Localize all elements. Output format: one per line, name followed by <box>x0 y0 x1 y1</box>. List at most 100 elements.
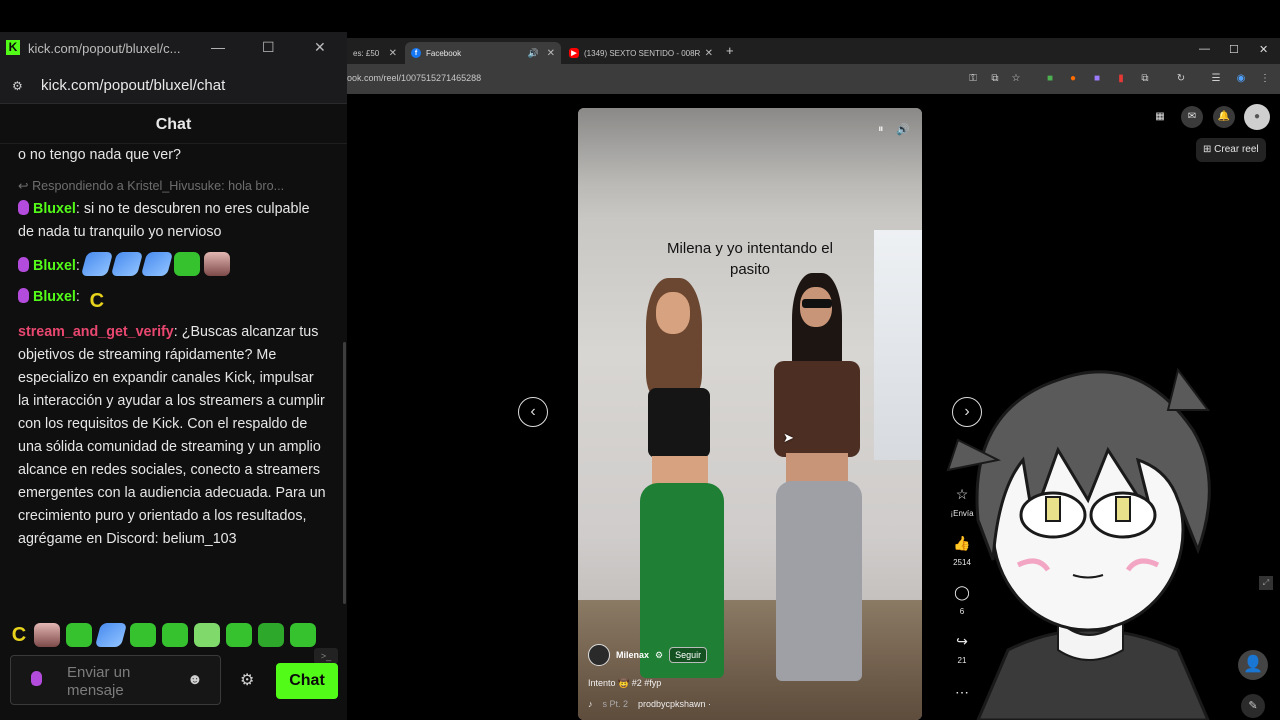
extensions-icon[interactable]: ⧉ <box>1139 73 1151 85</box>
emote-picker-toggle-icon[interactable]: >_ <box>314 648 338 664</box>
emote-flower-icon[interactable] <box>194 623 220 647</box>
popup-address-bar: ⚙ kick.com/popout/bluxel/chat <box>0 66 347 104</box>
tab-partial[interactable]: es: £50 ✕ <box>347 42 403 64</box>
bookmark-star-icon[interactable]: ☆ <box>1010 73 1022 85</box>
reel-audio[interactable]: ♪ s Pt. 2 prodbycpkshawn · <box>588 699 711 709</box>
close-window-icon[interactable]: ✕ <box>1259 43 1268 56</box>
close-window-icon[interactable]: ✕ <box>314 39 326 56</box>
extension-red-icon[interactable]: ▮ <box>1115 73 1127 85</box>
chat-message: stream_and_get_verify: ¿Buscas alcanzar … <box>18 324 326 547</box>
emote-pink-icon[interactable] <box>203 252 230 276</box>
reply-context[interactable]: ↩ Respondiendo a Kristel_Hivusuke: hola … <box>18 175 328 198</box>
author-name[interactable]: Milenax <box>616 650 649 660</box>
emote-green-face-icon[interactable] <box>130 623 156 647</box>
chat-message: o no tengo nada que ver? <box>18 147 181 163</box>
emote-green-skull-icon[interactable] <box>258 623 284 647</box>
music-icon: ♪ <box>588 699 593 709</box>
extension-orange-icon[interactable]: ● <box>1067 73 1079 85</box>
extension-green-icon[interactable]: ■ <box>1044 73 1056 85</box>
tab-youtube[interactable]: ▶ (1349) SEXTO SENTIDO - 008R ✕ <box>563 42 719 64</box>
tab-youtube-title: (1349) SEXTO SENTIDO - 008R <box>584 48 701 58</box>
volume-icon[interactable]: 🔊 <box>896 123 910 136</box>
emote-blue-wing-icon[interactable] <box>140 252 174 276</box>
address-url[interactable]: ook.com/reel/1007515271465288 <box>347 73 481 83</box>
history-icon[interactable]: ↻ <box>1175 73 1187 85</box>
facebook-icon: f <box>411 48 421 58</box>
account-avatar[interactable]: ● <box>1244 104 1270 130</box>
maximize-icon[interactable]: ☐ <box>1229 43 1239 56</box>
key-icon[interactable]: ⚿ <box>967 73 979 85</box>
chat-username[interactable]: Bluxel <box>33 201 76 217</box>
emote-moon-icon[interactable]: C <box>10 623 28 647</box>
follow-button[interactable]: Seguir <box>669 647 708 663</box>
gear-icon[interactable]: ⚙ <box>240 670 254 690</box>
expand-icon[interactable]: ⤢ <box>1259 576 1273 590</box>
extension-purple-icon[interactable]: ■ <box>1091 73 1103 85</box>
kick-chat-window: K kick.com/popout/bluxel/c... — ☐ ✕ ⚙ ki… <box>0 32 347 720</box>
emote-moon-icon[interactable]: C <box>84 289 110 313</box>
install-icon[interactable]: ⧉ <box>989 73 1001 85</box>
address-bar[interactable]: ook.com/reel/1007515271465288 ⚿ ⧉ ☆ ■ ● … <box>347 64 1280 94</box>
chat-scrollbar[interactable] <box>343 342 346 604</box>
kick-logo-icon: K <box>6 40 20 55</box>
emote-blue-wing-icon[interactable] <box>110 252 144 276</box>
send-chat-button[interactable]: Chat <box>276 663 338 699</box>
emoji-icon[interactable]: ☻ <box>187 671 203 688</box>
emote-green-smile-icon[interactable] <box>226 623 252 647</box>
close-icon[interactable]: ✕ <box>547 48 555 59</box>
new-tab-icon[interactable]: + <box>726 43 734 58</box>
tab-strip: es: £50 ✕ f Facebook 🔊 ✕ ▶ (1349) SEXTO … <box>347 38 1280 64</box>
chat-username[interactable]: stream_and_get_verify <box>18 324 174 340</box>
emote-green-blob-icon[interactable] <box>66 623 92 647</box>
emote-green-angry-icon[interactable] <box>162 623 188 647</box>
chat-username[interactable]: Bluxel <box>33 258 76 274</box>
pause-icon[interactable]: ⏸ <box>878 123 884 136</box>
emote-blue-wing-icon[interactable] <box>80 252 114 276</box>
tab-facebook[interactable]: f Facebook 🔊 ✕ <box>405 42 561 64</box>
chat-message: Bluxel: C <box>18 286 328 313</box>
compose-icon[interactable]: ✎ <box>1241 694 1265 718</box>
maximize-icon[interactable]: ☐ <box>262 39 275 56</box>
tab-facebook-title: Facebook <box>426 48 462 58</box>
close-icon[interactable]: ✕ <box>389 48 397 59</box>
mic-badge-icon <box>18 200 29 215</box>
window-title-bar: K kick.com/popout/bluxel/c... — ☐ ✕ <box>0 32 347 66</box>
chat-message: Bluxel: <box>18 252 328 278</box>
notifications-bell-icon[interactable]: 🔔 <box>1213 106 1235 128</box>
chat-title: Chat <box>155 116 192 133</box>
emote-green-blob-icon[interactable] <box>173 252 200 276</box>
chat-header: Chat <box>0 104 347 144</box>
apps-grid-icon[interactable]: ▦ <box>1149 106 1171 128</box>
emote-blue-wing-icon[interactable] <box>94 623 128 647</box>
reel-description[interactable]: Intento 🤠 #2 #fyp <box>588 678 661 689</box>
close-icon[interactable]: ✕ <box>705 48 713 59</box>
minimize-icon[interactable]: — <box>1199 43 1210 55</box>
mouse-cursor-icon: ➤ <box>783 430 794 445</box>
chat-username[interactable]: Bluxel <box>33 289 76 305</box>
chat-messages: o no tengo nada que ver? ↩ Respondiendo … <box>18 144 328 551</box>
profile-icon[interactable]: ◉ <box>1235 73 1247 85</box>
reel-video[interactable]: Milena y yo intentando el pasito ⏸ 🔊 Mil… <box>578 108 922 720</box>
user-avatar-icon[interactable]: 👤 <box>1238 650 1268 680</box>
avatar[interactable] <box>588 644 610 666</box>
chat-input[interactable]: Enviar un mensaje ☻ <box>10 655 221 705</box>
mic-badge-icon <box>18 257 29 272</box>
tab-partial-title: es: £50 <box>353 48 380 58</box>
reading-list-icon[interactable]: ☰ <box>1210 73 1222 85</box>
globe-icon: ⚙ <box>655 649 664 660</box>
previous-reel-button[interactable]: ‹ <box>518 397 548 427</box>
emote-green-happy-icon[interactable] <box>290 623 316 647</box>
reel-caption-overlay: Milena y yo intentando el pasito <box>667 240 833 278</box>
speaker-icon[interactable]: 🔊 <box>528 48 539 59</box>
chat-message: Bluxel: si no te descubren no eres culpa… <box>18 200 310 240</box>
create-reel-button[interactable]: ⊞ Crear reel <box>1196 138 1266 162</box>
site-settings-icon[interactable]: ⚙ <box>12 79 23 93</box>
messenger-icon[interactable]: ✉ <box>1181 106 1203 128</box>
chat-input-placeholder: Enviar un mensaje <box>67 664 131 699</box>
create-reel-icon: ⊞ <box>1203 144 1215 155</box>
menu-kebab-icon[interactable]: ⋮ <box>1259 73 1271 85</box>
emote-pink-icon[interactable] <box>34 623 60 647</box>
screen: es: £50 ✕ f Facebook 🔊 ✕ ▶ (1349) SEXTO … <box>0 0 1280 720</box>
mic-badge-icon <box>18 288 29 303</box>
minimize-icon[interactable]: — <box>211 39 225 55</box>
